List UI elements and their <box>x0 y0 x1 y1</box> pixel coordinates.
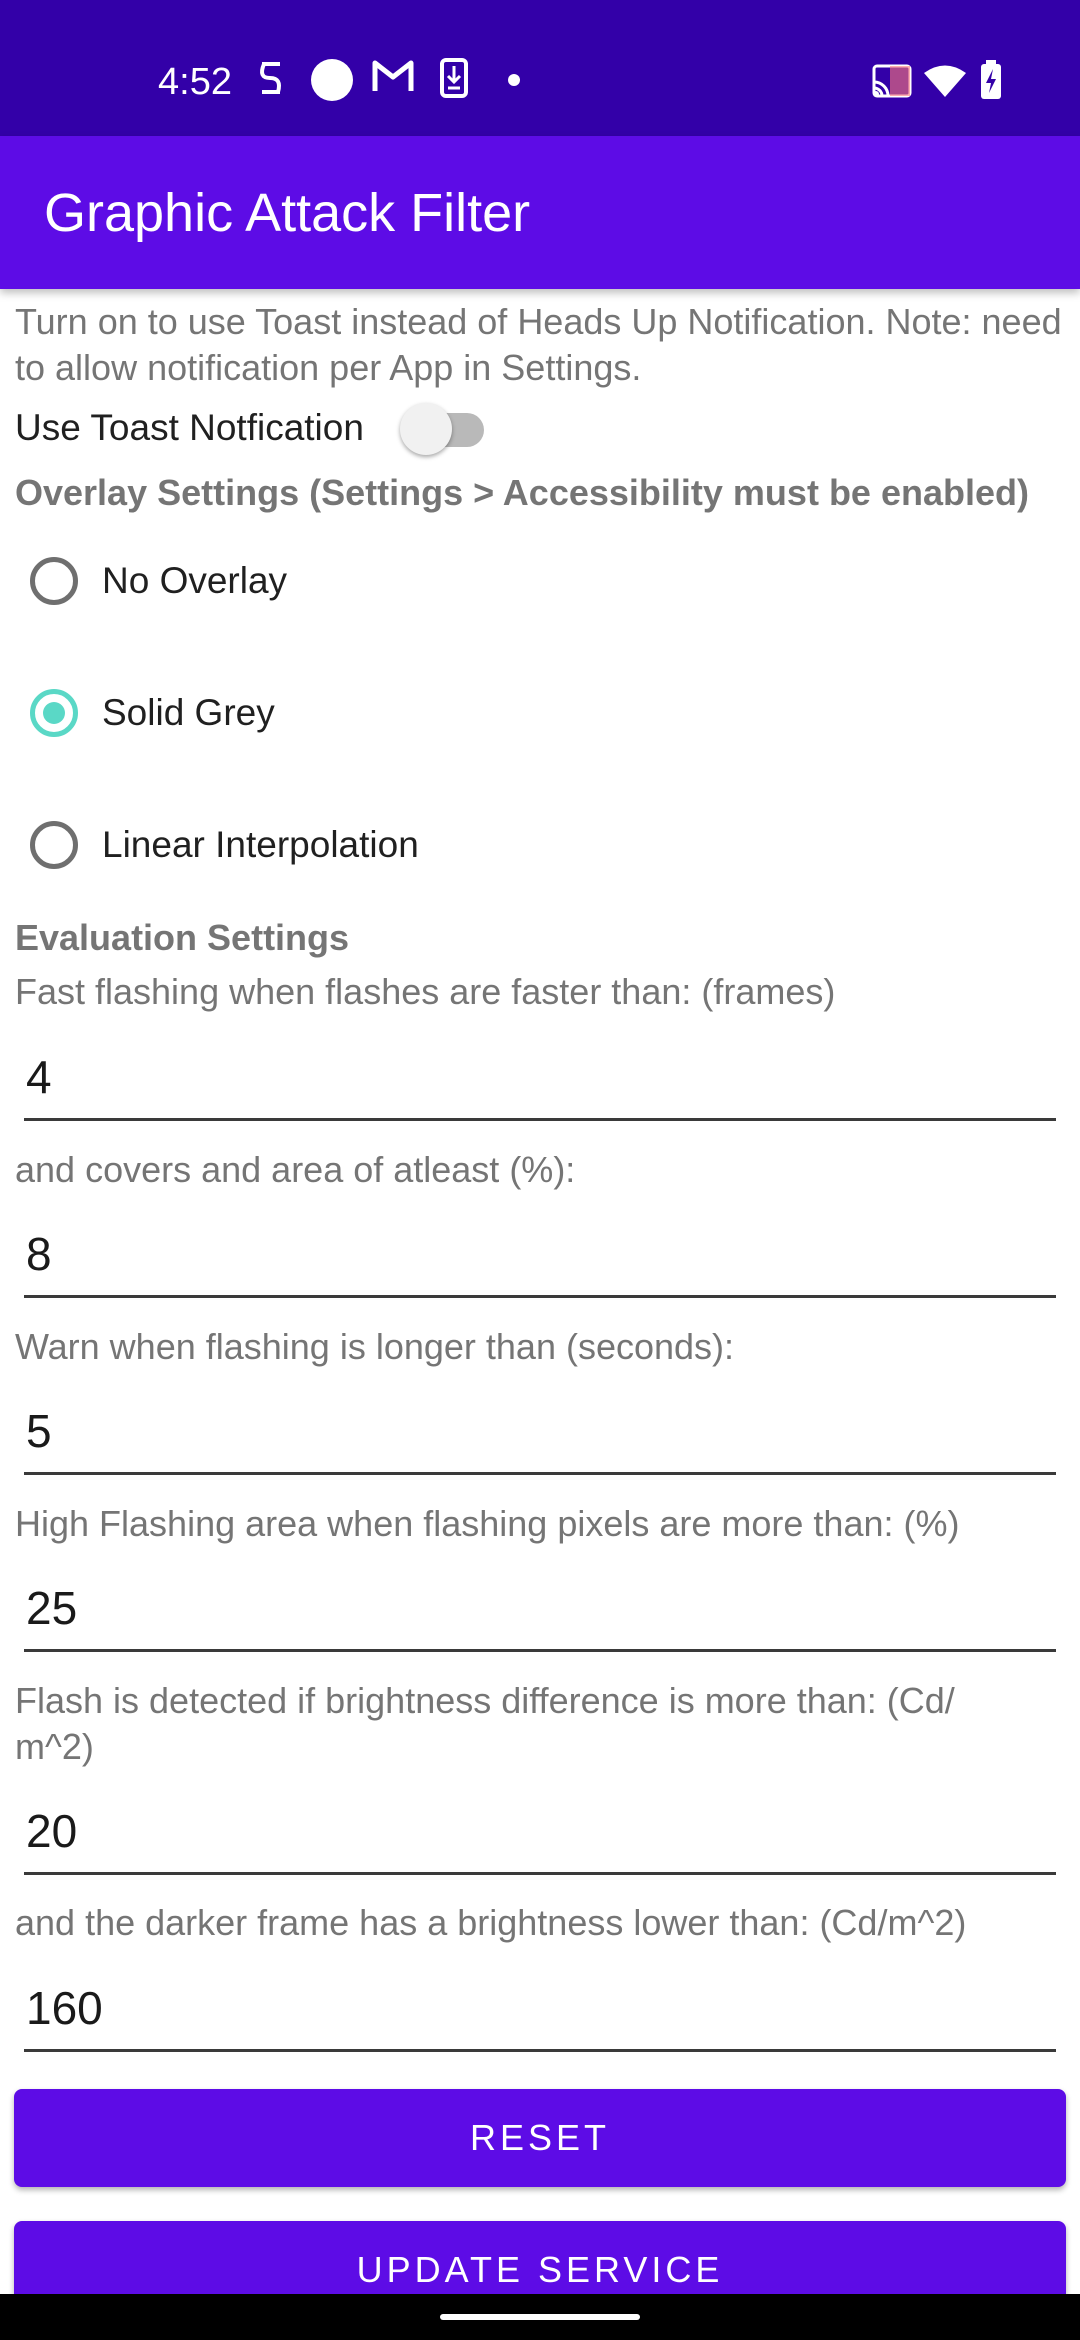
gmail-icon <box>372 60 414 91</box>
high-flash-area-field[interactable] <box>24 1572 1056 1654</box>
app-bar: Graphic Attack Filter <box>0 136 1080 289</box>
darker-frame-brightness-label: and the darker frame has a brightness lo… <box>15 1902 967 1943</box>
app-title: Graphic Attack Filter <box>44 183 531 243</box>
toast-toggle-label: Use Toast Notfication <box>15 407 364 448</box>
switch-thumb <box>400 403 452 455</box>
status-time: 4:52 <box>158 61 232 103</box>
download-icon <box>440 58 468 98</box>
brightness-difference-field[interactable] <box>24 1795 1056 1877</box>
area-percent-input[interactable] <box>24 1218 1056 1298</box>
sync-icon <box>260 62 281 94</box>
warn-seconds-label: Warn when flashing is longer than (secon… <box>15 1326 735 1367</box>
toast-description: Turn on to use Toast instead of Heads Up… <box>15 301 1062 388</box>
darker-frame-brightness-input[interactable] <box>24 1972 1056 2052</box>
radio-label: No Overlay <box>102 560 288 601</box>
fast-flash-frames-field[interactable] <box>24 1041 1056 1123</box>
battery-charging-icon <box>981 60 1001 99</box>
evaluation-settings-heading: Evaluation Settings <box>15 917 350 958</box>
cast-icon <box>872 64 912 98</box>
area-percent-label: and covers and area of atleast (%): <box>15 1149 576 1190</box>
update-service-button[interactable]: UPDATE SERVICE <box>14 2221 1066 2294</box>
radio-no-overlay[interactable]: No Overlay <box>26 545 1026 625</box>
area-percent-field[interactable] <box>24 1218 1056 1300</box>
home-gesture-handle[interactable] <box>440 2314 640 2320</box>
warn-seconds-input[interactable] <box>24 1395 1056 1475</box>
radio-label: Solid Grey <box>102 692 275 733</box>
wifi-icon <box>924 65 966 97</box>
radio-solid-grey[interactable]: Solid Grey <box>26 677 1026 757</box>
brightness-difference-label: Flash is detected if brightness differen… <box>15 1680 955 1767</box>
reset-button[interactable]: RESET <box>14 2089 1066 2187</box>
overlay-settings-heading: Overlay Settings (Settings > Accessibili… <box>15 472 1029 513</box>
fast-flash-frames-label: Fast flashing when flashes are faster th… <box>15 971 836 1012</box>
radio-button-checked[interactable] <box>30 689 78 737</box>
darker-frame-brightness-field[interactable] <box>24 1972 1056 2054</box>
fast-flash-frames-input[interactable] <box>24 1041 1056 1121</box>
warn-seconds-field[interactable] <box>24 1395 1056 1477</box>
radio-button[interactable] <box>30 821 78 869</box>
high-flash-area-label: High Flashing area when flashing pixels … <box>15 1503 960 1544</box>
radio-label: Linear Interpolation <box>102 824 419 865</box>
brightness-difference-input[interactable] <box>24 1795 1056 1875</box>
dot-icon <box>508 74 520 86</box>
radio-linear-interpolation[interactable]: Linear Interpolation <box>26 809 1026 889</box>
radio-button[interactable] <box>30 557 78 605</box>
settings-scroll-view[interactable]: Turn on to use Toast instead of Heads Up… <box>0 289 1080 2294</box>
circle-icon <box>311 59 353 101</box>
toast-notification-switch[interactable] <box>400 401 492 455</box>
status-bar: 4:52 <box>0 0 1080 136</box>
high-flash-area-input[interactable] <box>24 1572 1056 1652</box>
navigation-bar <box>0 2294 1080 2340</box>
